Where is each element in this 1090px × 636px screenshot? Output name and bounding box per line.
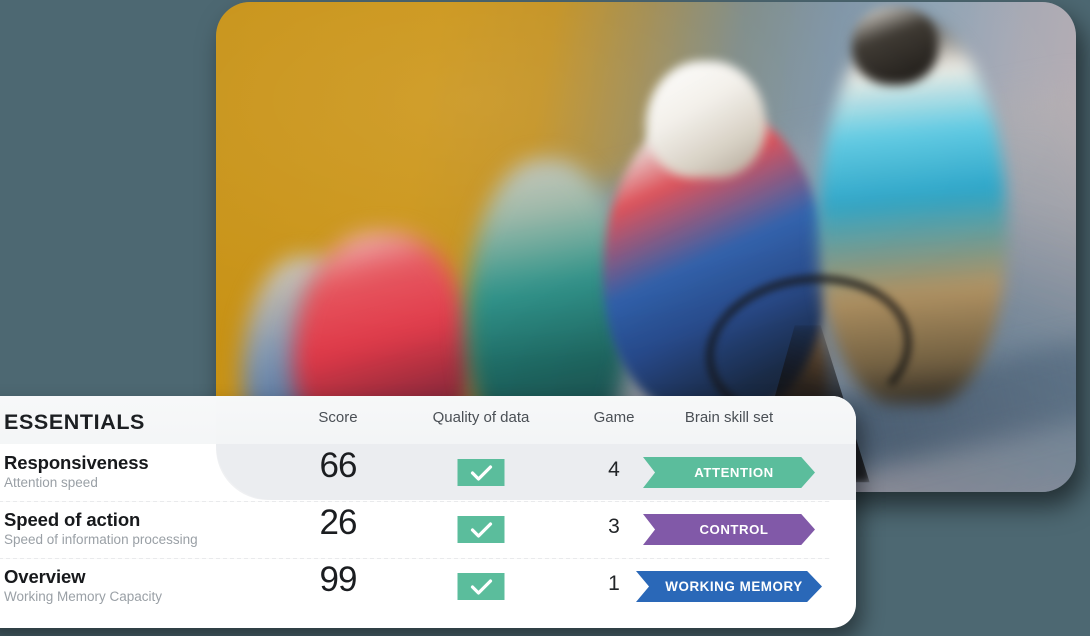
brain-skill-badge[interactable]: CONTROL [643,514,815,545]
row-name: Overview [4,566,86,587]
column-header-brain-skill-set: Brain skill set [684,409,774,426]
essentials-table-card: ESSENTIALS Score Quality of data Game Br… [0,396,856,628]
page-title: ESSENTIALS [4,410,145,434]
table-body: Responsiveness Attention speed 66 4 ATTE… [0,444,856,628]
quality-check-badge [457,573,505,600]
column-header-score: Score [318,409,358,426]
check-icon [457,516,505,543]
quality-check-badge [457,516,505,543]
row-subtitle: Attention speed [4,475,98,490]
row-subtitle: Speed of information processing [4,532,198,547]
brain-skill-badge[interactable]: ATTENTION [643,457,815,488]
row-name: Speed of action [4,509,141,530]
row-score: 99 [319,560,358,599]
row-score: 26 [319,503,358,542]
check-icon [457,459,505,486]
table-row[interactable]: Speed of action Speed of information pro… [0,501,856,558]
check-icon [457,573,505,600]
table-row[interactable]: Overview Working Memory Capacity 99 1 WO… [0,558,856,615]
quality-check-badge [457,459,505,486]
table-row[interactable]: Responsiveness Attention speed 66 4 ATTE… [0,444,856,501]
table-header-row: ESSENTIALS Score Quality of data Game Br… [0,396,856,444]
row-game-count: 3 [608,515,620,538]
row-subtitle: Working Memory Capacity [4,589,163,604]
brain-skill-badge[interactable]: WORKING MEMORY [636,571,822,602]
row-game-count: 1 [608,572,620,595]
row-score: 66 [319,446,358,485]
column-header-game: Game [593,409,635,426]
column-header-quality: Quality of data [432,409,530,426]
row-game-count: 4 [608,458,620,481]
row-name: Responsiveness [4,452,149,473]
